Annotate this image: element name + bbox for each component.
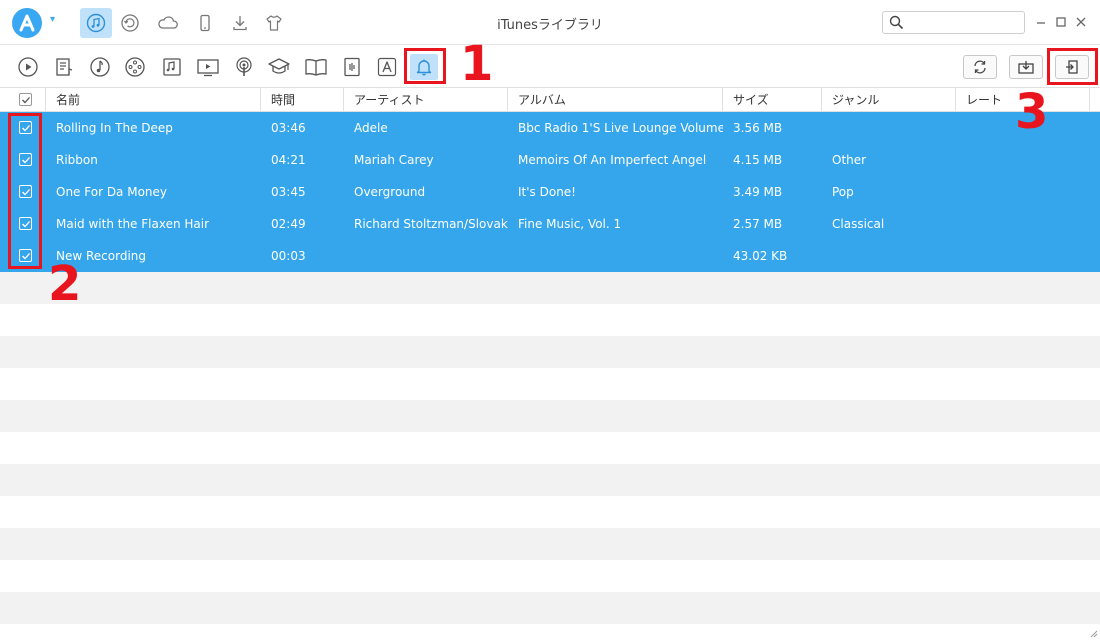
- cell-name: Rolling In The Deep: [56, 121, 173, 135]
- cell-genre: [822, 112, 956, 144]
- app-logo-icon[interactable]: [12, 8, 42, 38]
- apps-icon[interactable]: [373, 54, 401, 80]
- music-library-icon[interactable]: [80, 8, 112, 38]
- cell-genre: [822, 240, 956, 272]
- column-header-time[interactable]: 時間: [261, 88, 344, 112]
- empty-row: [0, 432, 1100, 464]
- cell-album: It's Done!: [518, 185, 576, 199]
- resize-grip-icon[interactable]: [1088, 628, 1098, 638]
- games-icon[interactable]: [121, 54, 149, 80]
- empty-row: [0, 464, 1100, 496]
- cell-artist: Mariah Carey: [354, 153, 434, 167]
- column-header-album[interactable]: アルバム: [508, 88, 723, 112]
- cell-album: Memoirs Of An Imperfect Angel: [518, 153, 707, 167]
- empty-row: [0, 560, 1100, 592]
- cell-album: [508, 240, 723, 272]
- highlight-box-ringtones: [404, 48, 446, 84]
- search-box[interactable]: [882, 11, 1025, 34]
- empty-row: [0, 624, 1100, 640]
- empty-row: [0, 496, 1100, 528]
- annotation-number-3: 3: [1015, 84, 1049, 140]
- table-row[interactable]: One For Da Money 03:45 Overground It's D…: [0, 176, 1100, 208]
- table-row[interactable]: Ribbon 04:21 Mariah Carey Memoirs Of An …: [0, 144, 1100, 176]
- export-to-pc-button[interactable]: [1009, 55, 1043, 79]
- empty-row: [0, 592, 1100, 624]
- cell-size: 4.15 MB: [733, 153, 783, 167]
- table-row[interactable]: Maid with the Flaxen Hair 02:49 Richard …: [0, 208, 1100, 240]
- cell-time: 00:03: [271, 249, 306, 263]
- cell-album: Bbc Radio 1'S Live Lounge Volume 6: [518, 121, 723, 135]
- audiobooks-icon[interactable]: [338, 54, 366, 80]
- empty-row: [0, 336, 1100, 368]
- title-bar: ▾ iTunesライブラリ: [0, 0, 1100, 45]
- podcast-icon[interactable]: [230, 54, 258, 80]
- search-input[interactable]: [909, 14, 1019, 31]
- select-all-header: [0, 88, 46, 112]
- itunes-u-icon[interactable]: [265, 54, 293, 80]
- cell-name: One For Da Money: [56, 185, 168, 199]
- cell-size: 3.49 MB: [733, 185, 783, 199]
- cell-genre: Classical: [832, 217, 885, 231]
- cell-time: 03:45: [271, 185, 306, 199]
- export-icon: [1018, 61, 1034, 74]
- category-toolbar: [0, 46, 1100, 88]
- empty-row: [0, 528, 1100, 560]
- empty-row: [0, 304, 1100, 336]
- cell-album: Fine Music, Vol. 1: [518, 217, 622, 231]
- tv-shows-icon[interactable]: [194, 54, 222, 80]
- empty-row: [0, 272, 1100, 304]
- device-icon[interactable]: [189, 8, 221, 38]
- maximize-button[interactable]: [1052, 12, 1070, 32]
- cell-artist: Overground: [354, 185, 426, 199]
- column-header-genre[interactable]: ジャンル: [822, 88, 956, 112]
- cell-artist: [344, 240, 508, 272]
- movies-icon[interactable]: [158, 54, 186, 80]
- backup-icon[interactable]: [114, 8, 146, 38]
- chevron-down-icon[interactable]: ▾: [50, 14, 55, 25]
- close-button[interactable]: [1072, 12, 1090, 32]
- cell-name: Ribbon: [56, 153, 98, 167]
- column-header-name[interactable]: 名前: [46, 88, 261, 112]
- annotation-number-1: 1: [460, 36, 494, 92]
- cell-time: 02:49: [271, 217, 306, 231]
- icloud-icon[interactable]: [152, 8, 184, 38]
- select-all-checkbox[interactable]: [19, 93, 32, 106]
- annotation-number-2: 2: [48, 256, 82, 312]
- playlist-icon[interactable]: [50, 54, 78, 80]
- highlight-box-send-to-device: [1047, 48, 1098, 85]
- cell-size: 3.56 MB: [733, 121, 783, 135]
- empty-row: [0, 400, 1100, 432]
- refresh-button[interactable]: [963, 55, 997, 79]
- app-window: ▾ iTunesライブラリ 名前 時間 アーティスト アルバム サイズ ジャンル…: [0, 0, 1100, 640]
- cell-size: 43.02 KB: [733, 249, 788, 263]
- minimize-button[interactable]: [1032, 12, 1050, 32]
- tshirt-icon[interactable]: [258, 8, 290, 38]
- video-play-icon[interactable]: [14, 54, 42, 80]
- cell-time: 03:46: [271, 121, 306, 135]
- cell-genre: Pop: [832, 185, 854, 199]
- search-icon: [889, 15, 904, 33]
- cell-name: Maid with the Flaxen Hair: [56, 217, 210, 231]
- table-row[interactable]: Rolling In The Deep 03:46 Adele Bbc Radi…: [0, 112, 1100, 144]
- cell-genre: Other: [832, 153, 867, 167]
- refresh-icon: [974, 60, 986, 74]
- cell-artist: Adele: [354, 121, 388, 135]
- books-icon[interactable]: [302, 54, 330, 80]
- cell-artist: Richard Stoltzman/Slovak..: [354, 217, 508, 231]
- empty-row: [0, 368, 1100, 400]
- table-header: 名前 時間 アーティスト アルバム サイズ ジャンル レート: [0, 88, 1100, 112]
- music-icon[interactable]: [86, 54, 114, 80]
- highlight-box-checkboxes: [8, 113, 42, 269]
- table-row[interactable]: New Recording 00:03 43.02 KB: [0, 240, 1100, 272]
- cell-time: 04:21: [271, 153, 306, 167]
- column-header-size[interactable]: サイズ: [723, 88, 822, 112]
- download-icon[interactable]: [224, 8, 256, 38]
- cell-size: 2.57 MB: [733, 217, 783, 231]
